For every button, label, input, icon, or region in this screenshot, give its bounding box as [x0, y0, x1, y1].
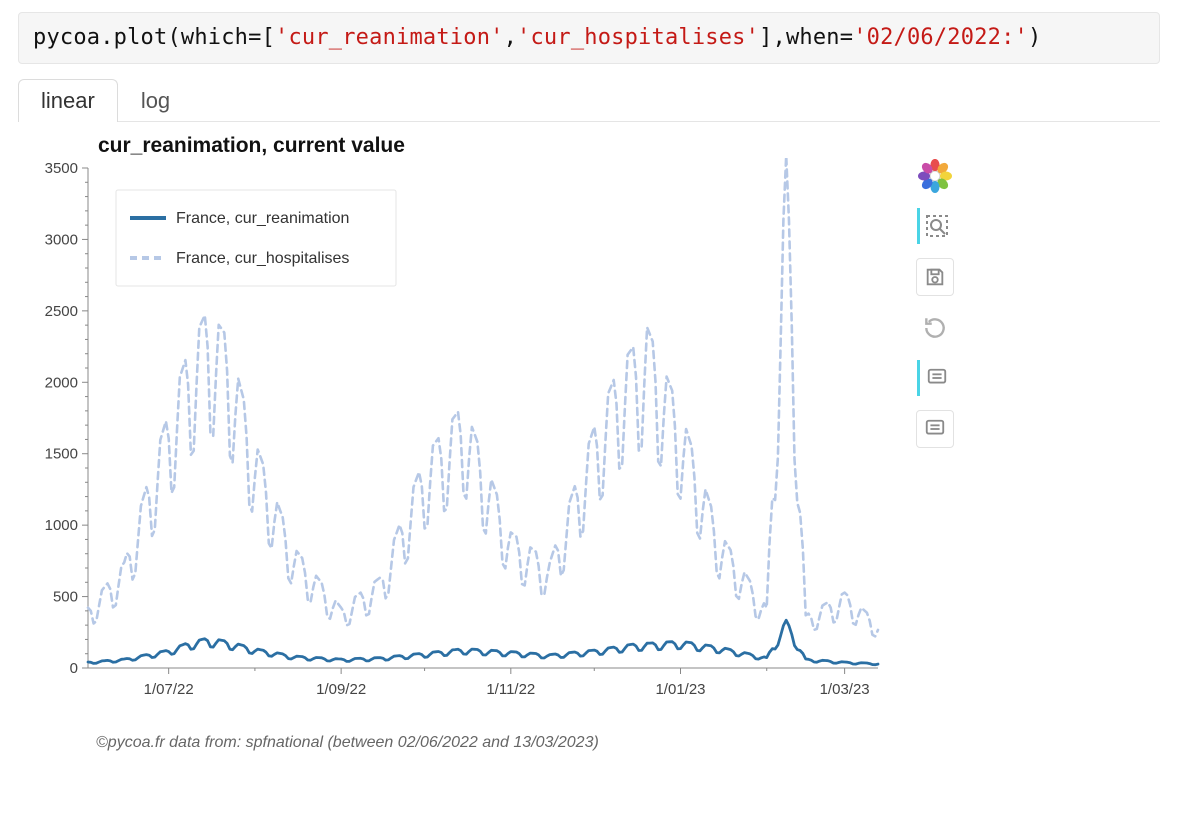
bokeh-toolbar: [916, 158, 954, 448]
scale-tab-bar: linear log: [18, 78, 1160, 122]
code-token: pycoa.plot(which=[: [33, 25, 275, 50]
tab-log[interactable]: log: [118, 79, 193, 122]
chart-canvas[interactable]: 0 500 1000 1500 2000 2500 3000 3500 1/07/22 1/09/…: [18, 158, 888, 728]
code-token: ,: [504, 25, 517, 50]
tab-linear[interactable]: linear: [18, 79, 118, 122]
save-icon[interactable]: [916, 258, 954, 296]
y-tick-label: 3000: [45, 231, 78, 248]
x-tick-label: 1/11/22: [486, 681, 535, 698]
x-tick-label: 1/01/23: [655, 681, 705, 698]
code-token: ],when=: [759, 25, 853, 50]
y-tick-label: 2000: [45, 374, 78, 391]
code-string: '02/06/2022:': [853, 25, 1028, 50]
x-tick-label: 1/03/23: [820, 681, 870, 698]
hover-icon[interactable]: [916, 410, 954, 448]
code-string: 'cur_reanimation': [275, 25, 504, 50]
chart-title: cur_reanimation, current value: [98, 134, 405, 158]
code-cell: pycoa.plot(which=['cur_reanimation','cur…: [18, 12, 1160, 64]
reset-icon[interactable]: [917, 310, 953, 346]
hover-icon[interactable]: [917, 360, 954, 396]
series-reanimation: [88, 620, 878, 665]
y-tick-label: 0: [70, 660, 78, 677]
x-tick-label: 1/09/22: [316, 681, 366, 698]
box-zoom-icon[interactable]: [917, 208, 954, 244]
legend-label: France, cur_reanimation: [176, 210, 349, 227]
bokeh-logo[interactable]: [917, 158, 953, 194]
legend-label: France, cur_hospitalises: [176, 250, 349, 267]
y-tick-label: 1500: [45, 445, 78, 462]
chart-caption: ©pycoa.fr data from: spfnational (betwee…: [96, 734, 1160, 752]
legend: France, cur_reanimation France, cur_hospi…: [116, 190, 396, 286]
y-tick-label: 1000: [45, 517, 78, 534]
y-tick-label: 500: [53, 588, 78, 605]
x-tick-label: 1/07/22: [144, 681, 194, 698]
code-token: ): [1028, 25, 1041, 50]
y-tick-label: 2500: [45, 303, 78, 320]
plot-area: cur_reanimation, current value 0 500 1000 1…: [18, 130, 898, 730]
code-string: 'cur_hospitalises': [517, 25, 759, 50]
y-tick-label: 3500: [45, 160, 78, 177]
